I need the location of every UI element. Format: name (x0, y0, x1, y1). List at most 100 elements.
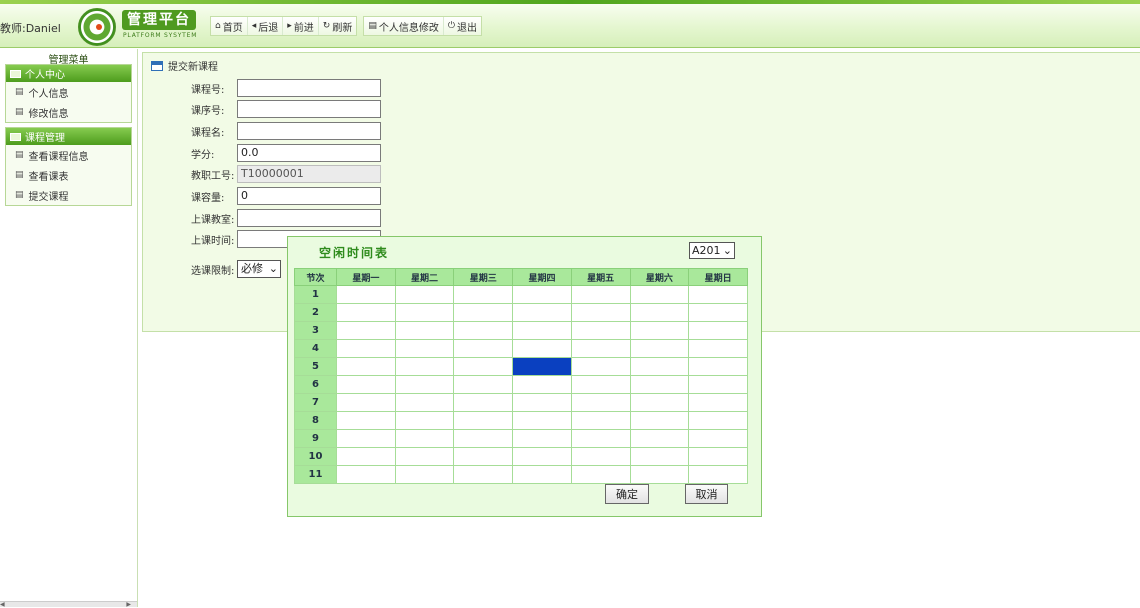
sidebar-item-course-info[interactable]: ▤ 查看课程信息 (6, 145, 131, 165)
time-slot-cell[interactable] (570, 357, 631, 376)
time-slot-cell[interactable] (688, 303, 748, 322)
time-slot-cell[interactable] (453, 357, 514, 376)
sidebar-item-submit-course[interactable]: ▤ 提交课程 (6, 185, 131, 205)
time-slot-cell[interactable] (336, 411, 396, 430)
time-slot-cell[interactable] (629, 303, 690, 322)
time-slot-cell[interactable] (570, 339, 631, 358)
time-slot-cell[interactable] (688, 321, 748, 340)
time-slot-cell[interactable] (394, 375, 455, 394)
time-slot-cell[interactable] (394, 447, 455, 466)
time-slot-cell[interactable] (394, 339, 455, 358)
time-slot-cell[interactable] (336, 357, 396, 376)
time-slot-cell[interactable] (336, 375, 396, 394)
time-slot-cell[interactable] (336, 465, 396, 484)
time-slot-cell[interactable] (629, 285, 690, 304)
time-slot-cell[interactable] (394, 357, 455, 376)
time-slot-cell[interactable] (629, 339, 690, 358)
time-slot-cell[interactable] (570, 285, 631, 304)
sidebar-item-timetable[interactable]: ▤ 查看课表 (6, 165, 131, 185)
course-no-input[interactable] (237, 79, 381, 97)
logout-button[interactable]: ⏻ 退出 (444, 17, 481, 35)
time-slot-cell[interactable] (336, 339, 396, 358)
time-slot-cell[interactable] (394, 411, 455, 430)
time-slot-cell-selected[interactable] (512, 357, 572, 376)
time-slot-cell[interactable] (512, 393, 572, 412)
time-slot-cell[interactable] (688, 375, 748, 394)
time-slot-cell[interactable] (394, 465, 455, 484)
time-slot-cell[interactable] (512, 465, 572, 484)
time-slot-cell[interactable] (688, 339, 748, 358)
time-slot-cell[interactable] (453, 375, 514, 394)
time-slot-cell[interactable] (570, 303, 631, 322)
edit-profile-button[interactable]: ▤ 个人信息修改 (364, 17, 444, 35)
time-slot-cell[interactable] (512, 375, 572, 394)
time-slot-cell[interactable] (570, 447, 631, 466)
horizontal-scrollbar[interactable]: ◀ ▶ (0, 601, 137, 608)
time-slot-cell[interactable] (453, 447, 514, 466)
time-slot-cell[interactable] (688, 447, 748, 466)
forward-button[interactable]: ▸ 前进 (283, 17, 319, 35)
menu-head-personal[interactable]: 个人中心 (6, 65, 131, 82)
time-slot-cell[interactable] (570, 465, 631, 484)
time-slot-cell[interactable] (336, 447, 396, 466)
time-slot-cell[interactable] (336, 303, 396, 322)
time-slot-cell[interactable] (688, 357, 748, 376)
time-slot-cell[interactable] (688, 429, 748, 448)
refresh-button[interactable]: ↻ 刷新 (319, 17, 357, 35)
time-slot-cell[interactable] (512, 303, 572, 322)
time-slot-cell[interactable] (394, 303, 455, 322)
time-slot-cell[interactable] (570, 321, 631, 340)
time-slot-cell[interactable] (336, 321, 396, 340)
time-slot-cell[interactable] (453, 429, 514, 448)
time-slot-cell[interactable] (629, 321, 690, 340)
time-slot-cell[interactable] (629, 375, 690, 394)
time-slot-cell[interactable] (453, 285, 514, 304)
time-slot-cell[interactable] (688, 393, 748, 412)
time-slot-cell[interactable] (570, 375, 631, 394)
sidebar-item-personal-info[interactable]: ▤ 个人信息 (6, 82, 131, 102)
time-slot-cell[interactable] (629, 357, 690, 376)
time-slot-cell[interactable] (629, 393, 690, 412)
time-slot-cell[interactable] (512, 429, 572, 448)
restriction-select[interactable]: 必修 ⌄ (237, 260, 281, 278)
time-slot-cell[interactable] (688, 411, 748, 430)
time-slot-cell[interactable] (453, 303, 514, 322)
time-slot-cell[interactable] (394, 429, 455, 448)
time-slot-cell[interactable] (453, 339, 514, 358)
ok-button[interactable]: 确定 (605, 484, 649, 504)
sidebar-item-edit-info[interactable]: ▤ 修改信息 (6, 102, 131, 122)
room-select[interactable]: A201 ⌄ (689, 242, 735, 259)
cancel-button[interactable]: 取消 (685, 484, 728, 504)
time-slot-cell[interactable] (570, 429, 631, 448)
time-slot-cell[interactable] (512, 411, 572, 430)
time-slot-cell[interactable] (453, 411, 514, 430)
course-name-input[interactable] (237, 122, 381, 140)
time-slot-cell[interactable] (629, 447, 690, 466)
capacity-input[interactable]: 0 (237, 187, 381, 205)
time-slot-cell[interactable] (394, 321, 455, 340)
time-slot-cell[interactable] (512, 321, 572, 340)
time-slot-cell[interactable] (512, 339, 572, 358)
time-slot-cell[interactable] (512, 285, 572, 304)
time-slot-cell[interactable] (336, 285, 396, 304)
home-button[interactable]: ⌂ 首页 (211, 17, 248, 35)
time-slot-cell[interactable] (629, 411, 690, 430)
time-slot-cell[interactable] (453, 465, 514, 484)
time-slot-cell[interactable] (394, 285, 455, 304)
back-button[interactable]: ◂ 后退 (248, 17, 284, 35)
menu-head-course[interactable]: 课程管理 (6, 128, 131, 145)
time-slot-cell[interactable] (453, 393, 514, 412)
time-slot-cell[interactable] (688, 285, 748, 304)
time-slot-cell[interactable] (570, 393, 631, 412)
time-slot-cell[interactable] (512, 447, 572, 466)
time-slot-cell[interactable] (336, 429, 396, 448)
time-slot-cell[interactable] (394, 393, 455, 412)
credit-input[interactable]: 0.0 (237, 144, 381, 162)
seq-no-input[interactable] (237, 100, 381, 118)
time-slot-cell[interactable] (629, 429, 690, 448)
time-slot-cell[interactable] (629, 465, 690, 484)
time-slot-cell[interactable] (336, 393, 396, 412)
classroom-input[interactable] (237, 209, 381, 227)
time-slot-cell[interactable] (570, 411, 631, 430)
time-slot-cell[interactable] (453, 321, 514, 340)
